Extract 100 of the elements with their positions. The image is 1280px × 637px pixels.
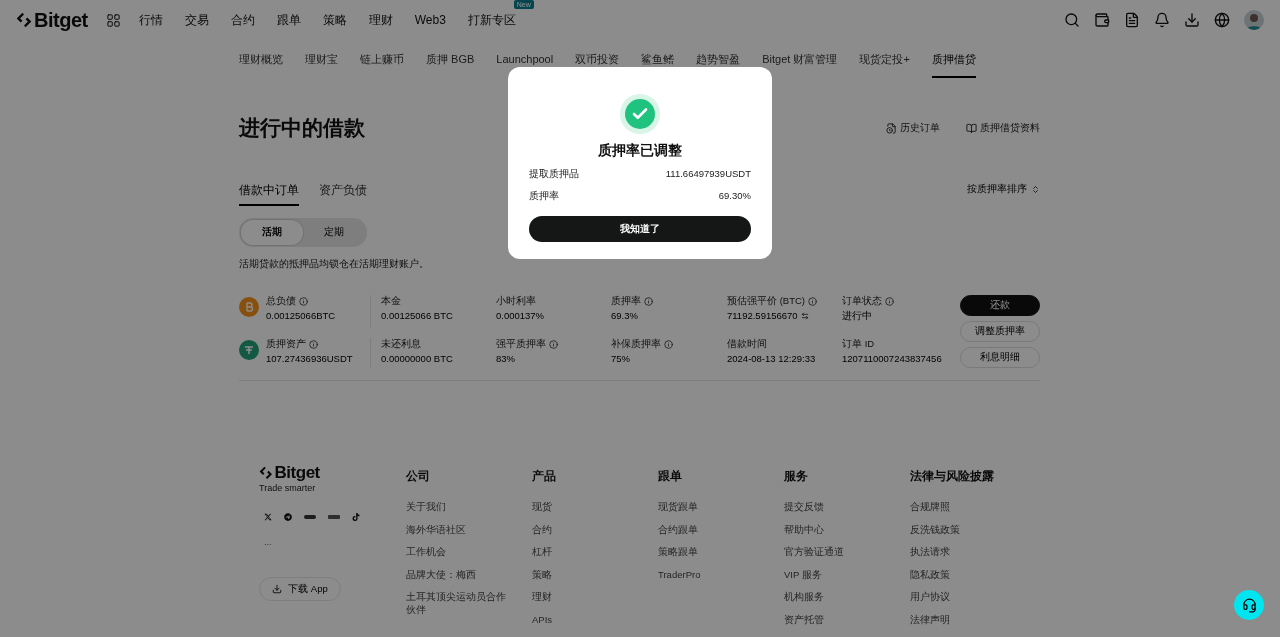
footer-link[interactable]: TraderPro [658, 567, 758, 581]
info-icon [549, 339, 558, 349]
nav-item[interactable]: Web3 [414, 13, 446, 27]
telegram-icon[interactable] [284, 513, 292, 521]
info-icon [644, 297, 653, 306]
bell-icon[interactable] [1154, 12, 1170, 28]
footer-link[interactable]: 策略 [532, 567, 632, 581]
field-value: 0.00125066 BTC [381, 310, 453, 321]
subnav-tab[interactable]: 链上赚币 [360, 40, 404, 78]
globe-icon[interactable] [1214, 12, 1230, 28]
footer-link[interactable]: 海外华语社区 [406, 522, 506, 536]
footer-heading: 服务 [784, 469, 809, 484]
term-option[interactable]: 活期 [241, 220, 303, 245]
apps-grid-icon[interactable] [105, 12, 121, 28]
footer-link[interactable]: 机构服务 [784, 590, 884, 603]
subnav-tab[interactable]: 理财宝 [305, 40, 338, 78]
headset-icon [1241, 597, 1257, 613]
nav-item[interactable]: 行情 [138, 11, 163, 29]
action-button[interactable]: 利息明细 [960, 347, 1040, 368]
field-value: 0.00125066BTC [266, 310, 336, 321]
field-label: 提取质押品 [529, 168, 579, 181]
avatar[interactable] [1244, 10, 1264, 30]
note-text: 活期贷款的抵押品均锁仓在活期理财账户。 [239, 257, 430, 271]
swap-icon[interactable] [800, 311, 809, 320]
footer-link[interactable]: 执法请求 [910, 545, 1010, 558]
field-label: 借款时间 [727, 337, 767, 351]
logo-icon [259, 466, 273, 480]
nav-item[interactable]: 跟单 [276, 11, 301, 29]
footer-link[interactable]: 资产托管 [784, 612, 884, 626]
info-icon [664, 339, 673, 349]
field-value: 71192.59156670 [727, 310, 798, 321]
support-button[interactable] [1234, 590, 1264, 620]
subnav-tab[interactable]: 质押 BGB [426, 40, 475, 78]
field-label: 小时利率 [496, 295, 536, 308]
nav-item[interactable]: 合约 [230, 11, 255, 29]
download-icon[interactable] [1184, 12, 1200, 28]
nav-item[interactable]: 策略 [322, 11, 347, 29]
footer-link[interactable]: 理财 [532, 590, 632, 603]
footer-link[interactable]: VIP 服务 [784, 567, 884, 581]
footer-link[interactable]: 关于我们 [406, 500, 506, 513]
book-icon [966, 122, 977, 134]
header-link[interactable]: 质押借贷资料 [966, 121, 1040, 135]
footer-link[interactable]: 提交反馈 [784, 500, 884, 513]
field-label: 本金 [381, 295, 401, 308]
logo-icon [16, 12, 32, 28]
x-icon[interactable] [264, 513, 272, 521]
info-icon [807, 297, 817, 306]
action-button[interactable]: 调整质押率 [960, 321, 1040, 342]
sort-control[interactable]: 按质押率排序 [967, 182, 1040, 196]
more-link[interactable]: ... [264, 537, 406, 547]
term-option[interactable]: 定期 [303, 220, 365, 245]
info-icon [299, 297, 308, 306]
subnav-tab[interactable]: 质押借贷 [931, 40, 976, 78]
field-value: 2024-08-13 12:29:33 [727, 352, 816, 364]
field-value: 107.27436936USDT [266, 352, 353, 364]
order-tab[interactable]: 借款中订单 [239, 183, 299, 206]
footer-link[interactable]: 合规牌照 [910, 500, 1010, 513]
subnav-tab[interactable]: Bitget 财富管理 [762, 40, 838, 78]
footer-link[interactable]: 官方验证通道 [784, 545, 884, 558]
orders-icon[interactable] [1124, 12, 1140, 28]
nav-item[interactable]: 理财 [368, 11, 393, 29]
tiktok-icon[interactable] [352, 513, 360, 521]
subnav-tab[interactable]: 理财概览 [239, 40, 283, 78]
field-label: 质押资产 [266, 337, 306, 351]
footer-link[interactable]: 合约 [532, 522, 632, 536]
footer-link[interactable]: 现货 [532, 500, 632, 513]
field-label: 订单 ID [842, 337, 875, 351]
footer-link[interactable]: 品牌大使：梅西 [406, 567, 506, 581]
footer-link[interactable]: 隐私政策 [910, 567, 1010, 581]
info-icon [885, 297, 894, 306]
nav-item[interactable]: 交易 [184, 11, 209, 29]
footer-link[interactable]: 杠杆 [532, 545, 632, 558]
footer-link[interactable]: 工作机会 [406, 545, 506, 558]
footer-link[interactable]: 帮助中心 [784, 522, 884, 536]
footer-link[interactable]: 反洗钱政策 [910, 522, 1010, 536]
download-app-button[interactable]: 下载 App [259, 577, 341, 601]
wallet-icon[interactable] [1094, 12, 1110, 28]
search-icon[interactable] [1064, 12, 1080, 28]
bitcoin-coin-icon [239, 297, 259, 317]
field-label: 强平质押率 [496, 337, 546, 351]
action-button[interactable]: 还款 [960, 295, 1040, 316]
dialog-title: 质押率已调整 [598, 142, 682, 160]
footer-link[interactable]: 法律声明 [910, 612, 1010, 626]
tagline: Trade smarter [259, 483, 317, 493]
footer-link[interactable]: 合约跟单 [658, 522, 758, 536]
field-label: 补保质押率 [611, 337, 661, 351]
header-link[interactable]: 历史订单 [886, 121, 940, 135]
field-value: 进行中 [842, 310, 872, 323]
footer-link[interactable]: APIs [532, 612, 632, 626]
footer-link[interactable]: 现货跟单 [658, 500, 758, 513]
footer-link[interactable]: 用户协议 [910, 590, 1010, 603]
field-value: 0.000137% [496, 310, 545, 321]
field-label: 未还利息 [381, 337, 421, 351]
footer-link[interactable]: 土耳其顶尖运动员合作伙伴 [406, 590, 506, 616]
footer-link[interactable]: 策略跟单 [658, 545, 758, 558]
order-tab[interactable]: 资产负债 [319, 183, 367, 206]
subnav-tab[interactable]: 现货定投+ [859, 40, 910, 78]
logo-text: Bitget [274, 463, 320, 483]
field-label: 预估强平价 (BTC) [727, 295, 805, 308]
confirm-button[interactable]: 我知道了 [529, 216, 751, 242]
